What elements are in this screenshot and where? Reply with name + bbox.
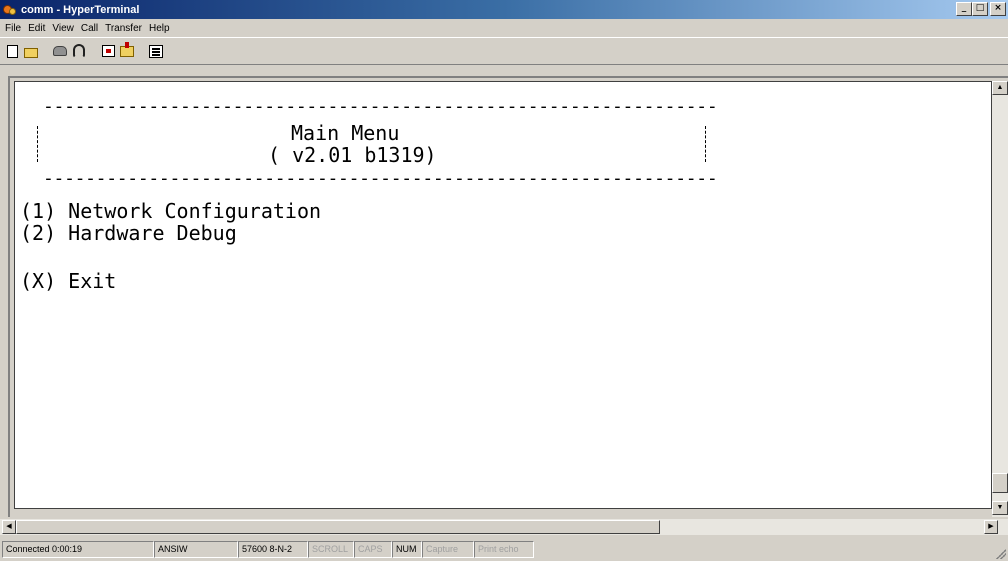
minimize-button[interactable]: _ bbox=[956, 2, 972, 16]
status-caps: CAPS bbox=[354, 541, 392, 558]
status-scroll: SCROLL bbox=[308, 541, 354, 558]
new-document-icon bbox=[6, 44, 18, 58]
menu-border-top: ----------------------------------------… bbox=[43, 96, 718, 117]
menu-view[interactable]: View bbox=[50, 23, 79, 34]
scroll-left-button[interactable]: ◀ bbox=[2, 520, 16, 534]
open-folder-icon bbox=[24, 47, 38, 58]
open-button[interactable] bbox=[22, 42, 40, 60]
receive-file-icon bbox=[120, 41, 134, 57]
status-bar: Connected 0:00:19 ANSIW 57600 8-N-2 SCRO… bbox=[0, 538, 1008, 561]
window-controls: _ □ × bbox=[956, 2, 1006, 16]
send-button[interactable] bbox=[99, 42, 117, 60]
menu-transfer[interactable]: Transfer bbox=[103, 23, 147, 34]
send-file-icon bbox=[101, 45, 115, 57]
vertical-scrollbar[interactable]: ▲ ▼ bbox=[992, 81, 1008, 517]
menu-bar: File Edit View Call Transfer Help bbox=[0, 19, 1008, 37]
menu-title: Main Menu bbox=[291, 121, 400, 145]
scroll-right-button[interactable]: ▶ bbox=[984, 520, 998, 534]
close-button[interactable]: × bbox=[990, 2, 1006, 16]
status-emulation: ANSIW bbox=[154, 541, 238, 558]
toolbar bbox=[0, 37, 1008, 65]
disconnect-icon bbox=[73, 44, 85, 58]
horizontal-scrollbar[interactable]: ◀ ▶ bbox=[0, 519, 1008, 535]
option-exit: (X) Exit bbox=[20, 269, 117, 293]
hyperterminal-app-icon[interactable] bbox=[3, 3, 17, 17]
properties-icon bbox=[149, 44, 163, 58]
option-network-configuration: (1) Network Configuration bbox=[20, 199, 322, 223]
scroll-down-button[interactable]: ▼ bbox=[992, 501, 1008, 515]
status-port-settings: 57600 8-N-2 bbox=[238, 541, 308, 558]
call-button[interactable] bbox=[51, 42, 69, 60]
resize-grip[interactable] bbox=[996, 549, 1006, 559]
menu-help[interactable]: Help bbox=[147, 23, 175, 34]
vertical-scroll-thumb[interactable] bbox=[992, 473, 1008, 493]
terminal-screen[interactable]: ----------------------------------------… bbox=[14, 81, 992, 509]
status-connection-time: Connected 0:00:19 bbox=[2, 541, 154, 558]
option-hardware-debug: (2) Hardware Debug bbox=[20, 221, 237, 245]
menu-file[interactable]: File bbox=[3, 23, 26, 34]
maximize-button[interactable]: □ bbox=[972, 2, 988, 16]
disconnect-button[interactable] bbox=[70, 42, 88, 60]
status-num: NUM bbox=[392, 541, 422, 558]
properties-button[interactable] bbox=[147, 42, 165, 60]
connect-phone-icon bbox=[53, 46, 67, 56]
version-label: ( v2.01 b1319) bbox=[268, 143, 437, 167]
menu-edit[interactable]: Edit bbox=[26, 23, 50, 34]
menu-border-bottom: ----------------------------------------… bbox=[43, 168, 718, 189]
receive-button[interactable] bbox=[118, 41, 136, 60]
new-connection-button[interactable] bbox=[3, 42, 21, 60]
status-capture: Capture bbox=[422, 541, 474, 558]
window-title: comm - HyperTerminal bbox=[21, 3, 140, 16]
title-bar[interactable]: comm - HyperTerminal _ □ × bbox=[0, 0, 1008, 19]
menu-call[interactable]: Call bbox=[79, 23, 103, 34]
menu-border-right bbox=[705, 126, 706, 162]
status-print-echo: Print echo bbox=[474, 541, 534, 558]
menu-border-left bbox=[37, 126, 38, 162]
scroll-up-button[interactable]: ▲ bbox=[992, 81, 1008, 95]
horizontal-scroll-thumb[interactable] bbox=[16, 520, 660, 534]
